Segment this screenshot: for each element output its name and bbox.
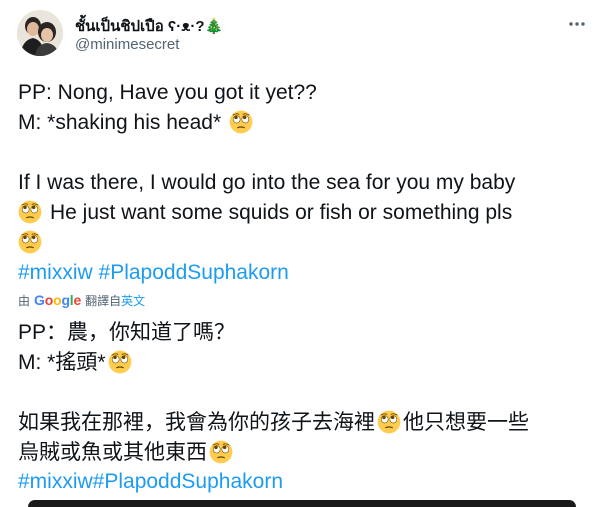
rolling-eyes-icon <box>108 350 132 374</box>
translation-label: 翻譯自 <box>85 293 122 308</box>
display-name[interactable]: ชั้นเป็นชิปเปือ ʕ·ᴥ·?🎄 <box>75 14 223 38</box>
rolling-eyes-icon <box>18 230 42 254</box>
tweet-card: ชั้นเป็นชิปเปือ ʕ·ᴥ·?🎄 @minimesecret PP:… <box>0 0 606 507</box>
translated-text-segment: 他只想要一些 <box>403 411 529 434</box>
translated-text-line: PP：農，你知道了嗎？ <box>18 321 236 344</box>
google-logo: Google <box>34 292 82 308</box>
translation-prefix: 由 <box>18 293 31 308</box>
tweet-text-line: If I was there, I would go into the sea … <box>18 171 516 194</box>
tweet-text-line: M: *shaking his head* <box>18 108 255 138</box>
hashtag-link[interactable]: #PlapoddSuphakorn <box>99 261 289 284</box>
translated-text-line: 如果我在那裡，我會為你的孩子去海裡 他只想要一些 <box>18 408 529 438</box>
tweet-text-line: PP: Nong, Have you got it yet?? <box>18 81 317 104</box>
rolling-eyes-icon <box>209 440 233 464</box>
more-options-icon <box>569 22 585 26</box>
tweet-text-line: He just want some squids or fish or some… <box>18 198 512 228</box>
translated-text-line: M: *搖頭* <box>18 348 134 378</box>
tweet-text-segment: He just want some squids or fish or some… <box>50 201 513 224</box>
source-language-link[interactable]: 英文 <box>121 292 145 309</box>
tweet-text-segment: M: *shaking his head* <box>18 111 222 134</box>
avatar-photo-icon <box>17 10 63 56</box>
hashtags: #mixxiw #PlapoddSuphakorn <box>18 258 289 288</box>
media-preview-edge[interactable] <box>28 500 576 507</box>
hashtag-link[interactable]: #mixxiw <box>18 261 93 284</box>
tweet-text-line <box>18 228 44 258</box>
translation-attribution: 由 Google 翻譯自 英文 <box>18 291 145 309</box>
translated-text-segment: M: *搖頭* <box>18 351 106 374</box>
rolling-eyes-icon <box>229 110 253 134</box>
user-handle[interactable]: @minimesecret <box>75 36 179 53</box>
rolling-eyes-icon <box>18 200 42 224</box>
more-options-button[interactable] <box>566 14 588 34</box>
translated-text-line: 烏賊或魚或其他東西 <box>18 438 235 468</box>
translated-text-segment: 如果我在那裡，我會為你的孩子去海裡 <box>18 411 375 434</box>
translated-text-segment: 烏賊或魚或其他東西 <box>18 441 207 464</box>
translated-hashtags[interactable]: #mixxiw#PlapoddSuphakorn <box>18 467 283 497</box>
rolling-eyes-icon <box>377 410 401 434</box>
avatar[interactable] <box>17 10 63 56</box>
